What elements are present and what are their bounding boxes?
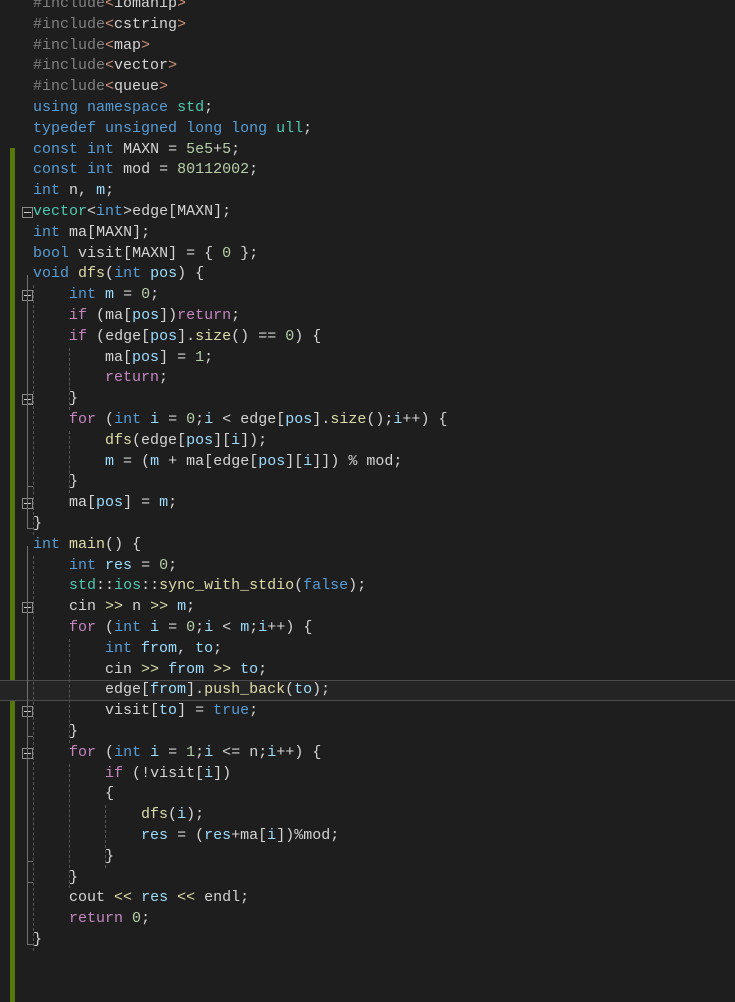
indent-guide bbox=[33, 555, 34, 951]
indent-guide bbox=[105, 805, 107, 868]
code-line[interactable]: vector<int>edge[MAXN]; bbox=[0, 202, 735, 223]
code-line[interactable]: visit[to] = true; bbox=[0, 701, 735, 722]
code-line[interactable]: for (int i = 0;i < m;i++) { bbox=[0, 618, 735, 639]
code-line[interactable]: } bbox=[0, 847, 735, 868]
code-line[interactable]: { bbox=[0, 784, 735, 805]
code-line[interactable]: for (int i = 1;i <= n;i++) { bbox=[0, 743, 735, 764]
code-line[interactable]: cin >> from >> to; bbox=[0, 660, 735, 681]
code-line[interactable]: void dfs(int pos) { bbox=[0, 264, 735, 285]
code-line[interactable]: #include<map> bbox=[0, 36, 735, 57]
indent-guide bbox=[69, 347, 71, 410]
code-line[interactable]: res = (res+ma[i])%mod; bbox=[0, 826, 735, 847]
code-line[interactable]: } bbox=[0, 472, 735, 493]
code-line[interactable]: } bbox=[0, 722, 735, 743]
code-line[interactable]: #include<vector> bbox=[0, 56, 735, 77]
code-line[interactable]: dfs(i); bbox=[0, 805, 735, 826]
code-line[interactable]: bool visit[MAXN] = { 0 }; bbox=[0, 244, 735, 265]
code-line[interactable]: } bbox=[0, 514, 735, 535]
code-line[interactable]: std::ios::sync_with_stdio(false); bbox=[0, 576, 735, 597]
code-line[interactable]: ma[pos] = 1; bbox=[0, 348, 735, 369]
code-line[interactable]: const int mod = 80112002; bbox=[0, 160, 735, 181]
code-editor[interactable]: #include<iomanip> #include<cstring> #inclu… bbox=[0, 0, 735, 1002]
code-line[interactable]: cin >> n >> m; bbox=[0, 597, 735, 618]
code-line[interactable]: if (edge[pos].size() == 0) { bbox=[0, 327, 735, 348]
code-line[interactable]: ma[pos] = m; bbox=[0, 493, 735, 514]
code-line[interactable]: int m = 0; bbox=[0, 285, 735, 306]
code-line[interactable]: int from, to; bbox=[0, 639, 735, 660]
code-line[interactable]: edge[from].push_back(to); bbox=[0, 680, 735, 701]
code-line[interactable]: typedef unsigned long long ull; bbox=[0, 119, 735, 140]
code-line[interactable]: int ma[MAXN]; bbox=[0, 223, 735, 244]
code-line[interactable]: #include<queue> bbox=[0, 77, 735, 98]
code-line[interactable]: if (ma[pos])return; bbox=[0, 306, 735, 327]
code-line[interactable]: cout << res << endl; bbox=[0, 888, 735, 909]
code-line[interactable]: const int MAXN = 5e5+5; bbox=[0, 140, 735, 161]
code-line[interactable]: dfs(edge[pos][i]); bbox=[0, 431, 735, 452]
indent-guide bbox=[69, 430, 71, 494]
code-line[interactable]: int main() { bbox=[0, 535, 735, 556]
code-line[interactable]: #include<cstring> bbox=[0, 15, 735, 36]
code-line[interactable]: m = (m + ma[edge[pos][i]]) % mod; bbox=[0, 452, 735, 473]
code-line[interactable]: int res = 0; bbox=[0, 556, 735, 577]
code-line[interactable]: } bbox=[0, 930, 735, 951]
code-line[interactable]: if (!visit[i]) bbox=[0, 764, 735, 785]
code-line[interactable]: for (int i = 0;i < edge[pos].size();i++)… bbox=[0, 410, 735, 431]
indent-guide bbox=[69, 763, 71, 889]
code-line[interactable]: return; bbox=[0, 368, 735, 389]
code-line[interactable]: int n, m; bbox=[0, 181, 735, 202]
indent-guide bbox=[33, 285, 34, 535]
code-line[interactable]: } bbox=[0, 868, 735, 889]
code-line[interactable]: using namespace std; bbox=[0, 98, 735, 119]
code-line[interactable]: } bbox=[0, 389, 735, 410]
code-line[interactable]: return 0; bbox=[0, 909, 735, 930]
indent-guide bbox=[69, 638, 71, 743]
code-line[interactable]: #include<iomanip> bbox=[0, 0, 735, 15]
